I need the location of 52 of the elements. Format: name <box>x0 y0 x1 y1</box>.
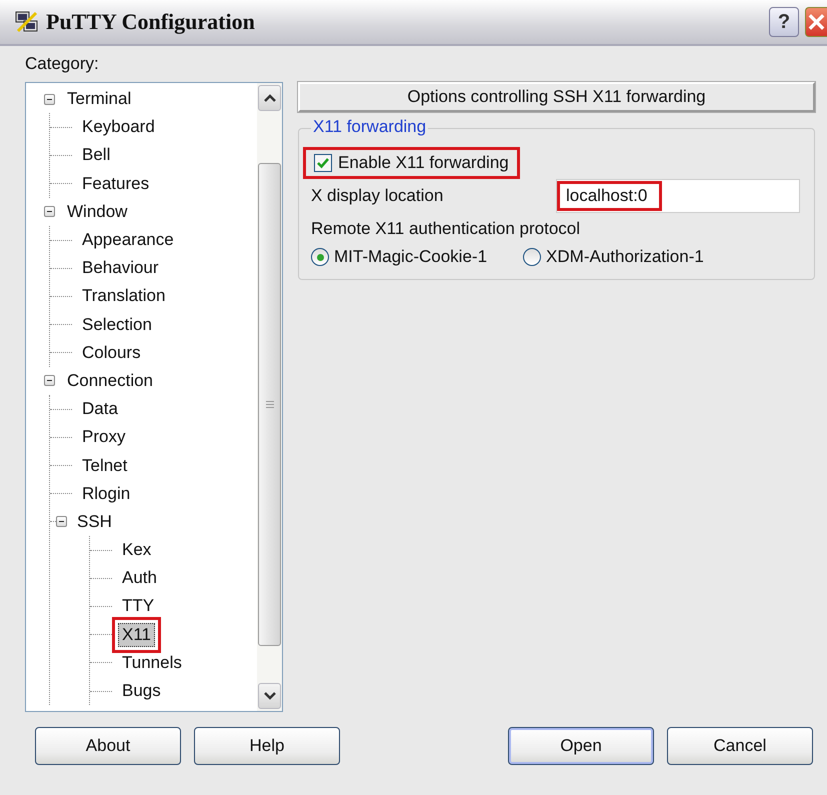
dialog-button[interactable]: Help <box>194 727 340 765</box>
collapse-icon[interactable] <box>44 206 55 218</box>
close-button[interactable] <box>805 7 827 37</box>
help-button[interactable]: ? <box>769 7 799 37</box>
tree-item[interactable]: Telnet <box>78 454 132 478</box>
scroll-down-button[interactable] <box>258 683 281 709</box>
field-value: localhost:0 <box>557 181 662 211</box>
tree-item[interactable]: Tunnels <box>118 650 186 675</box>
computers-icon <box>14 9 40 35</box>
tree-item[interactable]: Colours <box>78 340 145 365</box>
tree-item[interactable]: Window <box>63 200 132 224</box>
radio-label[interactable]: MIT-Magic-Cookie-1 <box>334 247 488 267</box>
tree-item[interactable]: Terminal <box>63 87 136 112</box>
group-title: X11 forwarding <box>311 117 428 137</box>
checkbox-label[interactable]: Enable X11 forwarding <box>338 153 509 173</box>
tree-item[interactable]: TTY <box>118 594 158 618</box>
tree-item[interactable]: Selection <box>78 312 156 337</box>
option-label: Remote X11 authentication protocol <box>311 219 580 239</box>
chevron-down-icon <box>262 691 276 701</box>
dialog-button[interactable]: Cancel <box>667 727 813 765</box>
collapse-icon[interactable] <box>56 516 67 528</box>
tree-item[interactable]: Behaviour <box>78 256 163 280</box>
category-label: Category: <box>25 54 99 74</box>
tree-item[interactable]: Rlogin <box>78 482 134 506</box>
display-location-field[interactable]: localhost:0 <box>556 179 800 213</box>
collapse-icon[interactable] <box>44 94 55 105</box>
dialog-button[interactable]: About <box>35 727 181 765</box>
radio-button[interactable] <box>523 248 542 266</box>
radio-label[interactable]: XDM-Authorization-1 <box>546 247 704 267</box>
tree-item[interactable]: Data <box>78 397 122 422</box>
tree-item[interactable]: Bugs <box>118 679 165 704</box>
scrollbar-thumb[interactable] <box>258 163 281 646</box>
tree-item[interactable]: Appearance <box>78 228 178 252</box>
tree-item[interactable]: Connection <box>63 368 158 393</box>
checkbox[interactable] <box>314 154 332 172</box>
tree-item[interactable]: Proxy <box>78 425 130 450</box>
tree-item[interactable]: Translation <box>78 284 170 308</box>
window-title: PuTTY Configuration <box>46 9 255 35</box>
tree-item[interactable]: Kex <box>118 538 156 562</box>
tree-item[interactable]: Keyboard <box>78 115 159 140</box>
panel-header: Options controlling SSH X11 forwarding <box>298 82 815 112</box>
chevron-up-icon <box>262 93 276 103</box>
collapse-icon[interactable] <box>44 375 55 386</box>
scroll-up-button[interactable] <box>258 85 281 111</box>
tree-item[interactable]: Features <box>78 172 154 196</box>
scrollbar[interactable] <box>257 83 282 711</box>
tree-item[interactable]: Auth <box>118 566 161 590</box>
tree-item[interactable]: SSH <box>73 510 116 534</box>
dialog-button[interactable]: Open <box>508 727 654 765</box>
field-label: X display location <box>311 186 444 206</box>
tree-item[interactable]: Bell <box>78 143 114 168</box>
radio-button[interactable] <box>311 248 329 266</box>
